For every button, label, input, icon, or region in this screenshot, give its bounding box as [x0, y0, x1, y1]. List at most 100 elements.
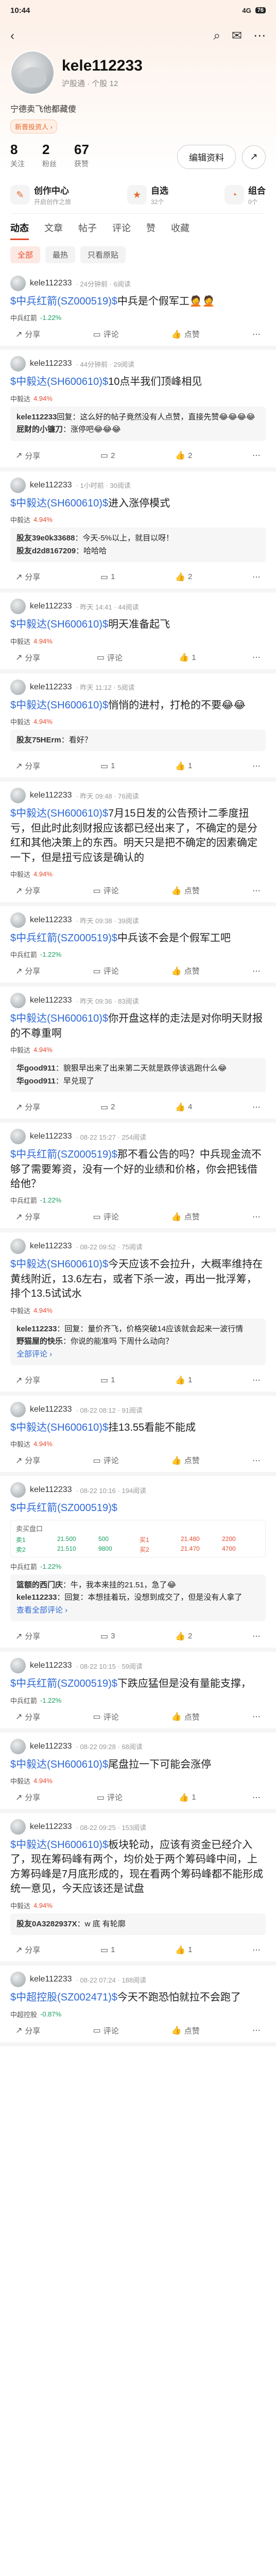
comment-row[interactable]: 华good911：貌狠早出来了出来第二天就是跌停该逃跑什么😂	[16, 1063, 260, 1075]
tab-comments[interactable]: 评论	[112, 221, 131, 240]
comment-preview[interactable]: 篮额的西门庆：牛，我本来挂的21.51，急了😂 kele112233：回复：本想挂…	[10, 1574, 266, 1622]
tab-favorites[interactable]: 收藏	[171, 221, 189, 240]
post-item[interactable]: kele112233 · 44分钟前 · 29阅读 $中毅达(SH600610)$1…	[0, 350, 276, 471]
post-username[interactable]: kele112233	[30, 916, 72, 925]
like-button[interactable]: 👍 点赞	[171, 1455, 200, 1466]
back-arrow-icon[interactable]: ‹	[10, 30, 14, 42]
post-username[interactable]: kele112233	[30, 602, 72, 611]
post-more-button[interactable]: ⋯	[252, 571, 261, 582]
order-book-image[interactable]: 卖买盘口 卖1 21.500 500 买1 21.480 2200 卖2 21.510 9800 买…	[10, 1519, 266, 1557]
avatar[interactable]	[10, 1658, 26, 1674]
post-body[interactable]: $中毅达(SH600610)$明天准备起飞	[10, 617, 266, 632]
post-body[interactable]: $中兵红箭(SZ000519)$	[10, 1501, 266, 1515]
share-button[interactable]: ↗ 分享	[15, 1631, 40, 1641]
comment-button[interactable]: ▭ 1	[100, 1944, 115, 1955]
post-username[interactable]: kele112233	[30, 359, 72, 368]
like-button[interactable]: 👍 4	[175, 1101, 192, 1112]
comment-row[interactable]: 篮额的西门庆：牛，我本来挂的21.51，急了😂	[16, 1580, 260, 1591]
post-more-button[interactable]: ⋯	[252, 1211, 261, 1222]
comment-user[interactable]: 华good911	[16, 1064, 56, 1073]
comment-preview[interactable]: kele112233回复：这么好的帖子竟然没有人点赞，直接先赞😂😂😂😂 屁财的小镰…	[10, 406, 266, 441]
comment-user[interactable]: 屁财的小镰刀	[16, 425, 63, 434]
share-button[interactable]: ↗ 分享	[15, 652, 40, 663]
filter-all[interactable]: 全部	[10, 246, 41, 263]
like-button[interactable]: 👍 点赞	[171, 1211, 200, 1222]
post-body[interactable]: $中兵红箭(SZ000519)$中兵是个假军工🤦🤦	[10, 294, 266, 309]
post-body[interactable]: $中兵红箭(SZ000519)$中兵该不会是个假军工吧	[10, 931, 266, 945]
post-more-button[interactable]: ⋯	[252, 760, 261, 771]
post-item[interactable]: kele112233 · 昨天 11:12 · 5阅读 $中毅达(SH600610)…	[0, 673, 276, 782]
stat-following[interactable]: 8 关注	[10, 142, 25, 169]
post-username[interactable]: kele112233	[30, 1132, 72, 1141]
level-badge[interactable]: 新晋投资人 ›	[10, 120, 57, 133]
post-item[interactable]: kele112233 · 昨天 09:38 · 39阅读 $中兵红箭(SZ00051…	[0, 906, 276, 987]
post-body[interactable]: $中兵红箭(SZ000519)$下跌应猛但是没有量能支撑，	[10, 1676, 266, 1691]
post-item[interactable]: kele112233 · 08-22 09:28 · 68阅读 $中毅达(SH600…	[0, 1733, 276, 1814]
share-button[interactable]: ↗ 分享	[15, 760, 40, 771]
avatar[interactable]	[10, 993, 26, 1009]
share-button[interactable]: ↗ 分享	[15, 329, 40, 340]
comment-user[interactable]: 野猫屋的快乐	[16, 1337, 63, 1346]
comment-row[interactable]: 股友39e0k33688：今天-5%以上，就目以呀！	[16, 533, 260, 545]
post-body[interactable]: $中毅达(SH600610)$10点半我们顶峰相见	[10, 375, 266, 389]
comment-button[interactable]: ▭ 1	[100, 760, 115, 771]
comment-preview[interactable]: 股友0A3282937X：w 底 有轮廓	[10, 1913, 266, 1936]
filter-original[interactable]: 只看原贴	[80, 246, 126, 263]
post-username[interactable]: kele112233	[30, 1242, 72, 1251]
stock-quote-card[interactable]: 中毅达 4.94%	[10, 1045, 266, 1055]
comment-row[interactable]: 股友d2d8167209：哈哈哈	[16, 546, 260, 557]
comment-user[interactable]: kele112233	[16, 1593, 57, 1602]
stock-mention-link[interactable]: $中毅达(SH600610)$	[10, 1839, 108, 1851]
post-body[interactable]: $中毅达(SH600610)$板块轮动，应该有资金已经介入了，现在筹码峰有两个，…	[10, 1838, 266, 1896]
stock-quote-card[interactable]: 中毅达 4.94%	[10, 1776, 266, 1786]
feature-portfolio[interactable]: ◔ 组合 0个	[224, 183, 266, 206]
stock-mention-link[interactable]: $中毅达(SH600610)$	[10, 808, 108, 819]
tab-articles[interactable]: 文章	[44, 221, 63, 240]
share-button[interactable]: ↗ 分享	[15, 1944, 40, 1955]
comment-row[interactable]: 野猫屋的快乐：你说的能准吗 下周什么动向？	[16, 1336, 260, 1348]
stock-quote-card[interactable]: 中毅达 4.94%	[10, 394, 266, 403]
post-item[interactable]: kele112233 · 昨天 14:41 · 44阅读 $中毅达(SH600610…	[0, 592, 276, 673]
post-item[interactable]: kele112233 · 08-22 10:16 · 194阅读 $中兵红箭(SZ0…	[0, 1476, 276, 1652]
avatar[interactable]	[10, 599, 26, 615]
comment-button[interactable]: ▭ 1	[100, 1375, 115, 1385]
avatar[interactable]	[10, 1738, 26, 1754]
share-button[interactable]: ↗ 分享	[15, 1711, 40, 1722]
comment-button[interactable]: ▭ 评论	[93, 1455, 119, 1466]
like-button[interactable]: 👍 点赞	[171, 1711, 200, 1722]
comment-user[interactable]: 篮额的西门庆	[16, 1581, 63, 1589]
comment-preview[interactable]: 华good911：貌狠早出来了出来第二天就是跌停该逃跑什么😂 华good911：早…	[10, 1058, 266, 1093]
comment-button[interactable]: ▭ 评论	[93, 2025, 119, 2036]
tab-likes[interactable]: 赞	[146, 221, 156, 240]
stock-quote-card[interactable]: 中毅达 4.94%	[10, 1306, 266, 1315]
like-button[interactable]: 👍 点赞	[171, 329, 200, 340]
post-more-button[interactable]: ⋯	[252, 1101, 261, 1112]
comment-button[interactable]: ▭ 3	[100, 1631, 115, 1641]
post-body[interactable]: $中毅达(SH600610)$7月15日发的公告预计二季度扭亏，但此时此刻财报应…	[10, 806, 266, 865]
avatar[interactable]	[10, 912, 26, 928]
avatar[interactable]	[10, 1972, 26, 1988]
post-more-button[interactable]: ⋯	[252, 1944, 261, 1955]
comment-user[interactable]: 股友0A3282937X	[16, 1920, 77, 1928]
comment-button[interactable]: ▭ 2	[100, 450, 115, 461]
share-button[interactable]: ↗ 分享	[15, 1375, 40, 1385]
comment-preview[interactable]: 股友75HErm：看好？	[10, 729, 266, 752]
avatar[interactable]	[10, 276, 26, 291]
avatar[interactable]	[10, 1482, 26, 1498]
view-all-comments-link[interactable]: 查看全部评论 ›	[16, 1605, 260, 1617]
post-more-button[interactable]: ⋯	[252, 885, 261, 896]
comment-row[interactable]: kele112233：回复：本想挂着玩，没想到成交了，但是没有人拿了	[16, 1592, 260, 1604]
post-more-button[interactable]: ⋯	[252, 329, 261, 340]
comment-row[interactable]: 屁财的小镰刀：涨停吧😂😂😂	[16, 424, 260, 436]
post-more-button[interactable]: ⋯	[252, 965, 261, 976]
post-username[interactable]: kele112233	[30, 683, 72, 692]
stock-mention-link[interactable]: $中兵红箭(SZ000519)$	[10, 1502, 117, 1514]
post-body[interactable]: $中兵红箭(SZ000519)$那不看公告的吗？中兵现金流不够了需要筹资，没有一…	[10, 1147, 266, 1191]
post-username[interactable]: kele112233	[30, 279, 72, 288]
search-icon[interactable]: ⌕	[213, 30, 220, 42]
post-item[interactable]: kele112233 · 08-22 08:12 · 91阅读 $中毅达(SH600…	[0, 1396, 276, 1477]
feature-creator-center[interactable]: ✎ 创作中心 开启创作之旅	[10, 183, 71, 206]
post-body[interactable]: $中超控股(SZ002471)$今天不跑恐怕就拉不会跑了	[10, 1990, 266, 2005]
like-button[interactable]: 👍 2	[175, 450, 192, 461]
share-button[interactable]: ↗ 分享	[15, 450, 40, 461]
